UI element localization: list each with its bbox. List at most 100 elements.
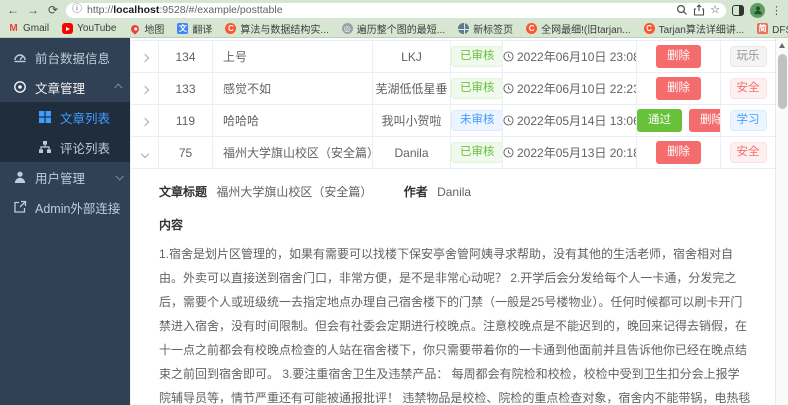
delete-button[interactable]: 删除: [689, 108, 720, 133]
chevron-up-icon: [114, 83, 123, 92]
delete-button[interactable]: 删除: [656, 76, 701, 101]
display-time: 2022年05月13日 20:18:53: [517, 146, 636, 160]
bookmark-youtube[interactable]: YouTube: [62, 23, 116, 34]
bookmark-blog-1[interactable]: ◎ 遍历整个图的最短...: [341, 21, 445, 36]
article-list-icon: [39, 111, 51, 123]
url-text[interactable]: http://localhost:9528/#/example/posttabl…: [87, 4, 671, 16]
article-id: 75: [158, 136, 213, 169]
browser-toolbar: ← → ⟳ ⓘ http://localhost:9528/#/example/…: [0, 0, 788, 20]
detail-head: 文章标题 福州大学旗山校区（安全篇） 作者 Danila: [159, 183, 751, 200]
scroll-thumb[interactable]: [777, 54, 787, 109]
expand-chevron-icon[interactable]: [140, 85, 149, 94]
translate-icon: 文: [177, 23, 189, 34]
url-path: :9528/#/example/posttable: [159, 4, 283, 16]
article-id: 134: [158, 40, 213, 73]
article-author: LKJ: [372, 40, 451, 73]
article-manage-icon: [14, 81, 26, 93]
comment-list-icon: [39, 141, 51, 153]
expand-chevron-icon[interactable]: [140, 53, 149, 62]
url-scheme: http://: [87, 4, 114, 16]
url-bar[interactable]: ⓘ http://localhost:9528/#/example/postta…: [66, 2, 726, 18]
user-icon: [14, 171, 26, 183]
generic-site-icon: ◎: [341, 23, 353, 34]
sidebar-item-article-manage[interactable]: 文章管理: [0, 72, 130, 102]
delete-button[interactable]: 删除: [656, 140, 701, 165]
detail-author-label: 作者: [403, 185, 428, 199]
browser-menu-icon[interactable]: ⋮: [771, 4, 782, 17]
article-id: 119: [158, 104, 213, 137]
reload-icon[interactable]: ⟳: [46, 4, 60, 16]
sidebar-item-dashboard[interactable]: 前台数据信息: [0, 42, 130, 72]
clock-icon: [503, 83, 514, 94]
type-tag: 学习: [729, 109, 767, 132]
clock-icon: [503, 147, 514, 158]
bookmark-newtab[interactable]: 新标签页: [458, 21, 513, 36]
bookmark-gmail[interactable]: M Gmail: [8, 23, 49, 34]
status-badge: 已审核: [451, 77, 502, 100]
table-row: 75 福州大学旗山校区（安全篇） Danila 已审核 2022年05月13日 …: [130, 136, 775, 169]
bookmark-jianshu[interactable]: 简DFS(深度)算法 - 简...: [757, 21, 788, 36]
page-info-icon[interactable]: ⓘ: [72, 5, 82, 15]
detail-content-text: 1.宿舍是划片区管理的，如果有需要可以找楼下保安亭舍管阿姨寻求帮助，没有其他的生…: [159, 247, 751, 405]
profile-avatar[interactable]: [750, 2, 765, 18]
status-badge: 未审核: [451, 109, 502, 132]
table-row: 134 上号 LKJ 已审核 2022年06月10日 23:08:52 删除 玩…: [130, 40, 775, 73]
article-author: Danila: [372, 136, 451, 169]
collapse-chevron-icon[interactable]: [140, 149, 149, 158]
side-panel-icon[interactable]: [732, 4, 744, 16]
display-time: 2022年06月10日 23:08:52: [517, 50, 636, 64]
article-table-panel: 134 上号 LKJ 已审核 2022年06月10日 23:08:52 删除 玩…: [130, 38, 775, 405]
status-badge: 已审核: [451, 45, 502, 68]
article-author: 芜湖低低星垂: [372, 72, 451, 105]
bookmarks-bar: M Gmail YouTube 地图 文翻译 C 算法与数据结构实... ◎ 遍历整个…: [0, 20, 788, 37]
expand-chevron-icon[interactable]: [140, 117, 149, 126]
vertical-scrollbar[interactable]: [775, 38, 788, 405]
bookmark-csdn-3[interactable]: C Tarjan算法详细讲...: [643, 21, 744, 36]
sidebar-item-user-manage[interactable]: 用户管理: [0, 162, 130, 192]
article-title: 福州大学旗山校区（安全篇）: [212, 136, 373, 169]
article-author: 我叫小贺啦: [372, 104, 451, 137]
bookmark-csdn-2[interactable]: C 全网最细!(旧tarjan...: [526, 21, 631, 36]
csdn-icon: C: [526, 23, 538, 34]
browser-window: ← → ⟳ ⓘ http://localhost:9528/#/example/…: [0, 0, 788, 405]
person-icon: [753, 6, 762, 15]
zoom-icon[interactable]: [676, 4, 688, 16]
expanded-detail-row: 文章标题 福州大学旗山校区（安全篇） 作者 Danila 内容 1.宿舍是划片区…: [130, 168, 775, 405]
display-time: 2022年05月14日 13:06:36: [517, 114, 636, 128]
share-icon[interactable]: [693, 4, 705, 16]
bookmark-csdn-1[interactable]: C 算法与数据结构实...: [225, 21, 329, 36]
sidebar-item-article-list[interactable]: 文章列表: [0, 102, 130, 132]
external-link-icon: [14, 200, 27, 213]
gmail-icon: M: [9, 22, 18, 34]
type-tag: 安全: [729, 77, 767, 100]
map-pin-icon: [129, 22, 141, 35]
type-tag: 玩乐: [729, 45, 767, 68]
detail-title-value: 福州大学旗山校区（安全篇）: [216, 185, 373, 199]
bookmark-maps[interactable]: 地图: [129, 21, 164, 36]
sidebar-item-comment-list[interactable]: 评论列表: [0, 132, 130, 162]
chevron-down-icon: [115, 172, 124, 181]
article-id: 133: [158, 72, 213, 105]
sidebar-item-admin-external[interactable]: Admin外部连接: [0, 192, 130, 222]
back-icon[interactable]: ←: [6, 4, 20, 16]
url-host: localhost: [113, 4, 160, 16]
clock-icon: [503, 51, 514, 62]
scroll-up-arrow[interactable]: [779, 43, 785, 48]
status-badge: 已审核: [451, 141, 502, 164]
approve-button[interactable]: 通过: [637, 108, 682, 133]
forward-icon[interactable]: →: [26, 4, 40, 16]
detail-author-value: Danila: [437, 185, 472, 199]
delete-button[interactable]: 删除: [656, 44, 701, 69]
article-title: 上号: [212, 40, 373, 73]
bookmark-translate[interactable]: 文翻译: [177, 21, 212, 36]
clock-icon: [503, 115, 514, 126]
dashboard-icon: [14, 54, 26, 63]
bookmark-star-icon[interactable]: ☆: [710, 4, 720, 16]
type-tag: 安全: [729, 141, 767, 164]
article-title: 哈哈哈: [212, 104, 373, 137]
jianshu-icon: 简: [757, 23, 769, 34]
csdn-icon: C: [225, 23, 237, 34]
csdn-icon: C: [643, 23, 655, 34]
globe-icon: [458, 23, 470, 34]
detail-title-label: 文章标题: [159, 185, 208, 199]
